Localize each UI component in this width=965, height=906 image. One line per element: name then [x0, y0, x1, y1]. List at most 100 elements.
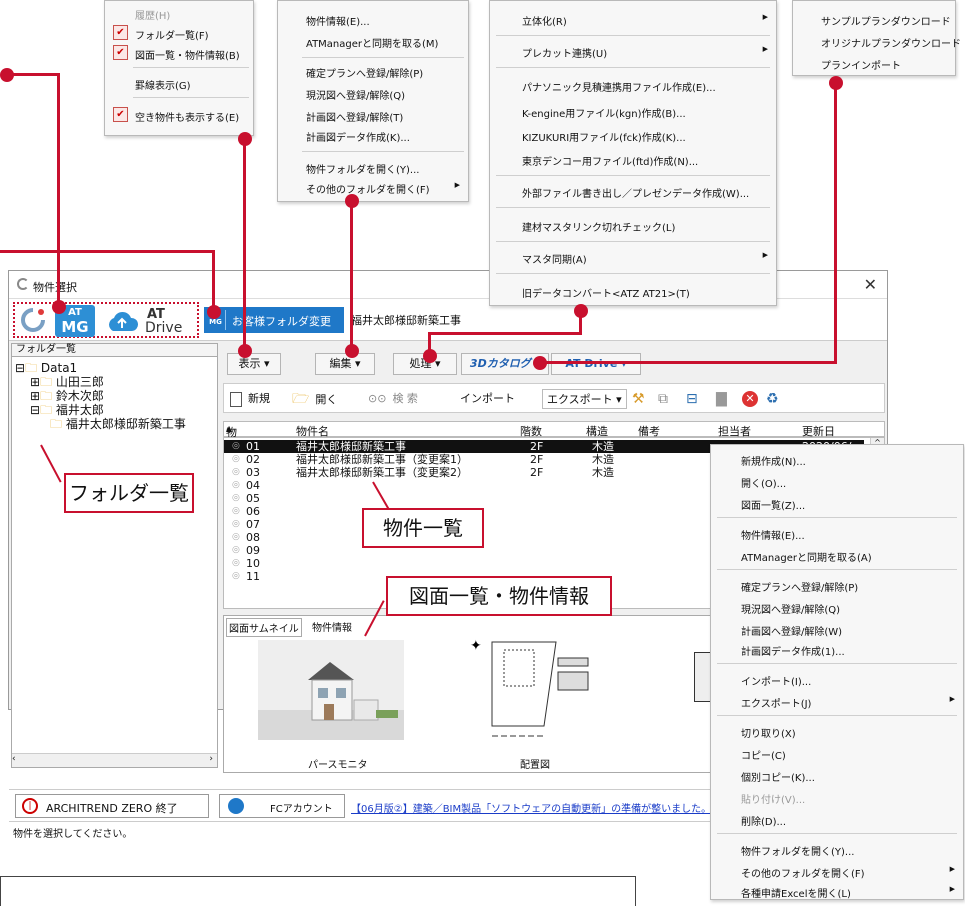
- callout-folder-list: フォルダ一覧: [64, 473, 194, 513]
- menu-plan-import[interactable]: プランインポート: [793, 57, 955, 72]
- menu-grid-lines[interactable]: 罫線表示(G): [105, 77, 253, 92]
- tab-property-info[interactable]: 物件情報: [310, 618, 354, 635]
- ctx-delete[interactable]: 削除(D)...: [711, 813, 963, 828]
- table-row[interactable]: ◎ 10: [224, 557, 719, 570]
- paste-icon[interactable]: ▇: [716, 389, 727, 409]
- ctx-plan-drawing[interactable]: 計画図へ登録/解除(W): [711, 623, 963, 638]
- menu-kizukuri[interactable]: KIZUKURI用ファイル(fck)作成(K)...: [490, 129, 776, 144]
- menu-folder-list[interactable]: フォルダ一覧(F): [105, 27, 253, 42]
- ctx-confirmed-plan[interactable]: 確定プランへ登録/解除(P): [711, 579, 963, 594]
- tools-icon[interactable]: ⚒: [632, 389, 645, 409]
- view-menu-button[interactable]: 表示 ▾: [227, 353, 281, 375]
- new-button[interactable]: 新規: [230, 389, 270, 409]
- ctx-cut[interactable]: 切り取り(X): [711, 725, 963, 740]
- row-icon: ◎: [232, 532, 240, 542]
- customer-folder-button[interactable]: ATMG お客様フォルダ変更: [204, 307, 344, 333]
- ctx-property-info[interactable]: 物件情報(E)...: [711, 527, 963, 542]
- site-plan-drawing: ✦: [470, 638, 589, 737]
- annotation-dot: [423, 349, 437, 363]
- menu-original-plan[interactable]: オリジナルプランダウンロード: [793, 35, 961, 50]
- menu-history[interactable]: 履歴(H): [105, 7, 253, 22]
- delete-icon[interactable]: ✕: [742, 391, 758, 407]
- horizontal-scrollbar[interactable]: ‹ ›: [12, 753, 217, 767]
- callout-drawing-list: 図面一覧・物件情報: [386, 576, 612, 616]
- menu-old-convert[interactable]: 旧データコンバート<ATZ AT21>(T): [490, 285, 776, 300]
- table-row[interactable]: ◎ 03 福井太郎様邸新築工事（変更案2） 2F 木造: [224, 466, 719, 479]
- row-name: 福井太郎様邸新築工事（変更案1）: [296, 453, 468, 466]
- menu-sample-plan[interactable]: サンプルプランダウンロード: [793, 13, 955, 28]
- menu-current-drawing[interactable]: 現況図へ登録/解除(Q): [278, 87, 468, 102]
- tree-node-fukui-project[interactable]: 🗀 福井太郎様邸新築工事: [50, 415, 186, 436]
- annotation-line: [8, 73, 60, 76]
- ctx-open-other-folder[interactable]: その他のフォルダを開く(F) ▶: [711, 865, 963, 880]
- menu-3d[interactable]: 立体化(R) ▶: [490, 13, 776, 28]
- tab-thumbnails[interactable]: 図面サムネイル: [226, 618, 302, 637]
- menu-confirmed-plan[interactable]: 確定プランへ登録/解除(P): [278, 65, 468, 80]
- ctx-export[interactable]: エクスポート(J) ▶: [711, 695, 963, 710]
- menu-open-other-folder[interactable]: その他のフォルダを開く(F) ▶: [278, 181, 468, 196]
- ctx-open-excel[interactable]: 各種申請Excelを開く(L) ▶: [711, 885, 963, 900]
- annotation-line: [834, 82, 837, 364]
- recycle-icon[interactable]: ♻: [766, 389, 779, 409]
- close-button[interactable]: ✕: [864, 275, 877, 294]
- menu-panasonic[interactable]: パナソニック見積連携用ファイル作成(E)...: [490, 79, 776, 94]
- menu-external-export[interactable]: 外部ファイル書き出し／プレゼンデータ作成(W)...: [490, 185, 776, 200]
- copy-icon[interactable]: ⧉: [658, 389, 668, 409]
- fc-account-button[interactable]: FCアカウント: [219, 794, 345, 818]
- annotation-dot: [52, 300, 66, 314]
- menu-precut[interactable]: プレカット連携(U) ▶: [490, 45, 776, 60]
- menu-kengine[interactable]: K-engine用ファイル(kgn)作成(B)...: [490, 105, 776, 120]
- menu-atmanager-sync[interactable]: ATManagerと同期を取る(M): [278, 35, 468, 50]
- export-button[interactable]: エクスポート ▾: [542, 389, 627, 409]
- table-row[interactable]: ◎ 02 福井太郎様邸新築工事（変更案1） 2F 木造: [224, 453, 719, 466]
- menu-show-empty[interactable]: 空き物件も表示する(E): [105, 109, 253, 124]
- ctx-plan-data[interactable]: 計画図データ作成(1)...: [711, 643, 963, 658]
- ctx-current-drawing[interactable]: 現況図へ登録/解除(Q): [711, 601, 963, 616]
- ctx-drawing-list[interactable]: 図面一覧(Z)...: [711, 497, 963, 512]
- ctx-open[interactable]: 開く(O)...: [711, 475, 963, 490]
- menu-plan-data[interactable]: 計画図データ作成(K)...: [278, 129, 468, 144]
- ctx-individual-copy[interactable]: 個別コピー(K)...: [711, 769, 963, 784]
- import-button[interactable]: インポート: [460, 389, 515, 409]
- ctx-open-property-folder[interactable]: 物件フォルダを開く(Y)...: [711, 843, 963, 858]
- row-number: 09: [246, 544, 260, 557]
- atdrive-menu-button[interactable]: AT Drive ▾: [551, 353, 641, 375]
- row-number: 06: [246, 505, 260, 518]
- menu-property-info[interactable]: 物件情報(E)...: [278, 13, 468, 28]
- menu-open-property-folder[interactable]: 物件フォルダを開く(Y)...: [278, 161, 468, 176]
- menu-tokyo-denko[interactable]: 東京デンコー用ファイル(ftd)作成(N)...: [490, 153, 776, 168]
- view-menu: 履歴(H) ✔ フォルダ一覧(F) ✔ 図面一覧・物件情報(B) 罫線表示(G)…: [104, 0, 254, 136]
- globe-icon: [228, 798, 244, 814]
- news-link[interactable]: 【06月版②】建築／BIM製品「ソフトウェアの自動更新」の準備が整いました。: [351, 800, 711, 815]
- search-button[interactable]: ⊙⊙ 検 索: [368, 389, 418, 409]
- open-button[interactable]: 🗁 開く: [292, 389, 337, 409]
- menu-link-check[interactable]: 建材マスタリンク切れチェック(L): [490, 219, 776, 234]
- ctx-import[interactable]: インポート(I)...: [711, 673, 963, 688]
- annotation-line: [428, 332, 582, 335]
- atdrive-app-button[interactable]: AT Drive: [103, 305, 193, 337]
- thumb-site-plan-label: 配置図: [520, 760, 550, 771]
- exit-button[interactable]: | ARCHITREND ZERO 終了: [15, 794, 209, 818]
- folder-panel-header: フォルダ一覧: [11, 343, 218, 357]
- edit-menu-button[interactable]: 編集 ▾: [315, 353, 375, 375]
- duplicate-icon[interactable]: ⊟: [686, 389, 698, 409]
- row-number: 01: [246, 440, 260, 453]
- cloud-icon: [109, 311, 139, 331]
- menu-plan-drawing[interactable]: 計画図へ登録/解除(T): [278, 109, 468, 124]
- process-menu: 立体化(R) ▶ プレカット連携(U) ▶ パナソニック見積連携用ファイル作成(E)…: [489, 0, 777, 306]
- table-row[interactable]: ◎ 05: [224, 492, 719, 505]
- thumb-site-plan[interactable]: ✦: [470, 636, 590, 748]
- ctx-new[interactable]: 新規作成(N)...: [711, 453, 963, 468]
- app-icon: [17, 278, 29, 290]
- ctx-copy[interactable]: コピー(C): [711, 747, 963, 762]
- zero-app-button[interactable]: [19, 306, 49, 336]
- menu-drawing-list[interactable]: 図面一覧・物件情報(B): [105, 47, 253, 62]
- ctx-atmanager-sync[interactable]: ATManagerと同期を取る(A): [711, 549, 963, 564]
- row-name: 福井太郎様邸新築工事（変更案2）: [296, 466, 468, 479]
- new-doc-icon: [230, 391, 242, 407]
- menu-master-sync[interactable]: マスタ同期(A) ▶: [490, 251, 776, 266]
- row-number: 07: [246, 518, 260, 531]
- table-row[interactable]: ◎ 04: [224, 479, 719, 492]
- ctx-paste[interactable]: 貼り付け(V)...: [711, 791, 963, 806]
- thumb-perspective[interactable]: [258, 640, 404, 740]
